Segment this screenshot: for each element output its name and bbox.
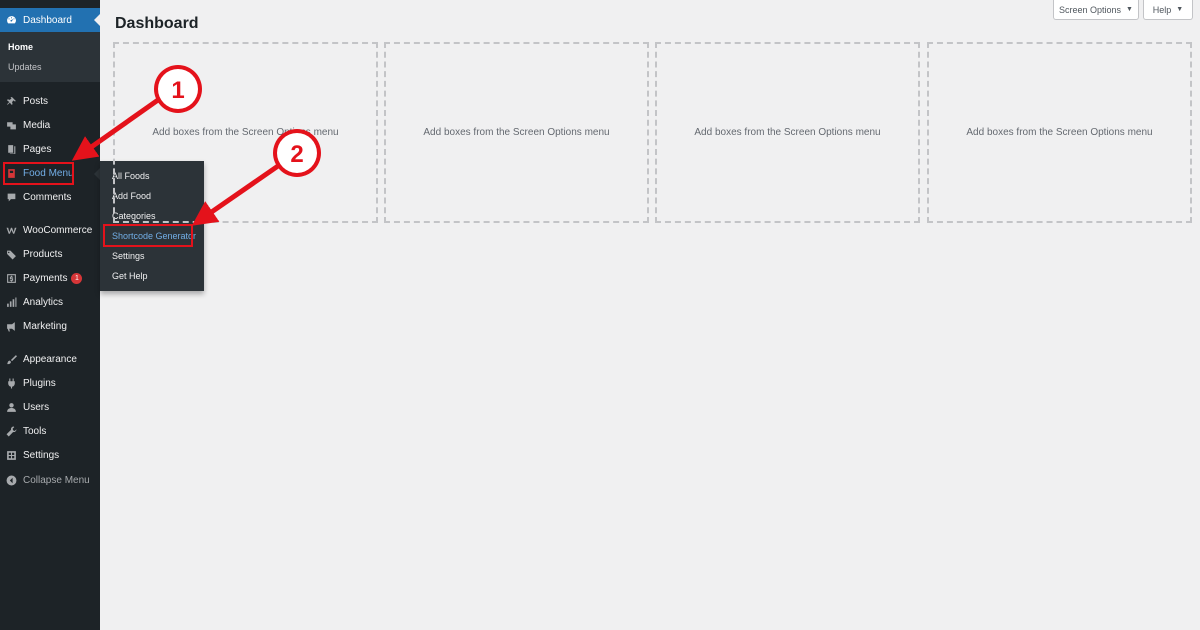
help-button[interactable]: Help ▼ bbox=[1143, 0, 1193, 20]
collapse-icon bbox=[6, 475, 17, 486]
sidebar-item-media[interactable]: Media bbox=[0, 113, 100, 137]
box-placeholder-text: Add boxes from the Screen Options menu bbox=[694, 127, 881, 138]
media-icon bbox=[6, 120, 17, 131]
sidebar-item-woocommerce[interactable]: WooCommerce bbox=[0, 218, 100, 242]
flyout-item-settings[interactable]: Settings bbox=[112, 251, 145, 261]
caret-down-icon: ▼ bbox=[1126, 6, 1133, 13]
box-placeholder-text: Add boxes from the Screen Options menu bbox=[152, 127, 339, 138]
sidebar-label-users: Users bbox=[23, 401, 50, 413]
sidebar-label-analytics: Analytics bbox=[23, 296, 64, 308]
sidebar-label-tools: Tools bbox=[23, 425, 47, 437]
sidebar-label-dashboard: Dashboard bbox=[23, 14, 72, 26]
admin-sidebar: Dashboard Home Updates Posts Media Pages… bbox=[0, 0, 100, 630]
products-icon bbox=[6, 249, 17, 260]
help-label: Help bbox=[1152, 4, 1172, 15]
dashboard-box-2: Add boxes from the Screen Options menu bbox=[384, 42, 649, 223]
sidebar-item-dashboard[interactable]: Dashboard bbox=[0, 8, 100, 32]
sidebar-item-plugins[interactable]: Plugins bbox=[0, 371, 100, 395]
sidebar-label-marketing: Marketing bbox=[23, 320, 67, 332]
submenu-updates[interactable]: Updates bbox=[8, 62, 42, 72]
sidebar-label-settings: Settings bbox=[23, 449, 60, 461]
screen-options-button[interactable]: Screen Options ▼ bbox=[1053, 0, 1139, 20]
sidebar-label-comments: Comments bbox=[23, 191, 72, 203]
pages-icon bbox=[6, 144, 17, 155]
dashboard-box-3: Add boxes from the Screen Options menu bbox=[655, 42, 920, 223]
sidebar-item-posts[interactable]: Posts bbox=[0, 89, 100, 113]
woocommerce-icon bbox=[6, 225, 17, 236]
comment-icon bbox=[6, 192, 17, 203]
flyout-item-shortcode-generator[interactable]: Shortcode Generator bbox=[112, 231, 196, 241]
sidebar-item-food-menu[interactable]: Food Menu bbox=[0, 161, 100, 185]
sidebar-label-posts: Posts bbox=[23, 95, 49, 107]
sidebar-label-plugins: Plugins bbox=[23, 377, 56, 389]
sidebar-item-marketing[interactable]: Marketing bbox=[0, 314, 100, 338]
sidebar-label-food-menu: Food Menu bbox=[23, 167, 74, 179]
sidebar-item-users[interactable]: Users bbox=[0, 395, 100, 419]
box-placeholder-text: Add boxes from the Screen Options menu bbox=[423, 127, 610, 138]
sidebar-item-pages[interactable]: Pages bbox=[0, 137, 100, 161]
sidebar-item-appearance[interactable]: Appearance bbox=[0, 347, 100, 371]
flyout-item-get-help[interactable]: Get Help bbox=[112, 271, 148, 281]
box-placeholder-text: Add boxes from the Screen Options menu bbox=[966, 127, 1153, 138]
user-icon bbox=[6, 402, 17, 413]
sidebar-item-settings[interactable]: Settings bbox=[0, 443, 100, 467]
sidebar-label-payments: Payments bbox=[23, 272, 68, 284]
screen-options-label: Screen Options bbox=[1059, 4, 1122, 15]
sidebar-item-comments[interactable]: Comments bbox=[0, 185, 100, 209]
sidebar-label-pages: Pages bbox=[23, 143, 52, 155]
dollar-icon bbox=[6, 273, 17, 284]
wrench-icon bbox=[6, 426, 17, 437]
dashboard-submenu: Home Updates bbox=[0, 32, 100, 82]
caret-down-icon: ▼ bbox=[1176, 6, 1184, 13]
collapse-menu-button[interactable]: Collapse Menu bbox=[0, 468, 100, 492]
sidebar-label-products: Products bbox=[23, 248, 63, 260]
paintbrush-icon bbox=[6, 354, 17, 365]
megaphone-icon bbox=[6, 321, 17, 332]
payments-count-badge: 1 bbox=[71, 272, 83, 284]
sidebar-label-appearance: Appearance bbox=[23, 353, 77, 365]
pin-icon bbox=[6, 96, 17, 107]
sidebar-label-woocommerce: WooCommerce bbox=[23, 224, 93, 236]
dashboard-box-1: Add boxes from the Screen Options menu bbox=[113, 42, 378, 223]
dashboard-icon bbox=[6, 15, 17, 26]
sidebar-item-analytics[interactable]: Analytics bbox=[0, 290, 100, 314]
page-title: Dashboard bbox=[115, 15, 199, 32]
sidebar-label-media: Media bbox=[23, 119, 51, 131]
sidebar-item-tools[interactable]: Tools bbox=[0, 419, 100, 443]
bar-chart-icon bbox=[6, 297, 17, 308]
food-menu-icon bbox=[6, 168, 17, 179]
plug-icon bbox=[6, 378, 17, 389]
settings-icon bbox=[6, 450, 17, 461]
submenu-home[interactable]: Home bbox=[8, 42, 33, 52]
sidebar-item-payments[interactable]: Payments 1 bbox=[0, 266, 100, 290]
current-menu-pointer bbox=[94, 14, 100, 26]
sidebar-item-products[interactable]: Products bbox=[0, 242, 100, 266]
dashboard-box-4: Add boxes from the Screen Options menu bbox=[927, 42, 1192, 223]
collapse-menu-label: Collapse Menu bbox=[23, 474, 90, 486]
